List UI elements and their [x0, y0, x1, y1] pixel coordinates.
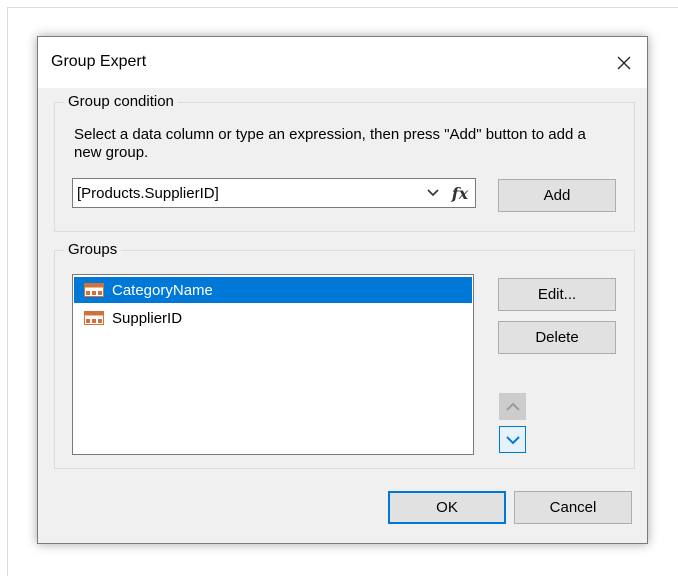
move-up-button[interactable]: [499, 393, 526, 420]
list-item-label: SupplierID: [112, 309, 183, 327]
cancel-button[interactable]: Cancel: [514, 491, 632, 524]
expression-dropdown-button[interactable]: [421, 180, 445, 206]
close-icon: [617, 56, 631, 69]
instruction-text: Select a data column or type an expressi…: [74, 126, 586, 161]
list-item[interactable]: SupplierID: [74, 305, 472, 331]
ok-button[interactable]: OK: [388, 491, 506, 524]
group-condition-box: Group condition Select a data column or …: [54, 93, 635, 232]
fx-icon: fx: [451, 183, 469, 203]
add-button-label: Add: [543, 187, 571, 204]
delete-button-label: Delete: [535, 329, 579, 346]
groups-box: Groups CategoryName SupplierID Edit... D…: [54, 241, 635, 469]
group-expert-dialog: Group Expert Group condition Select a da…: [37, 36, 648, 544]
add-button[interactable]: Add: [498, 179, 616, 212]
delete-button[interactable]: Delete: [498, 321, 616, 354]
expression-value[interactable]: [Products.SupplierID]: [77, 185, 219, 202]
chevron-up-icon: [505, 402, 520, 411]
edit-button[interactable]: Edit...: [498, 278, 616, 311]
chevron-down-icon: [505, 435, 520, 444]
list-item-label: CategoryName: [112, 281, 213, 299]
group-condition-legend: Group condition: [64, 93, 178, 111]
group-table-icon: [84, 311, 104, 325]
list-item[interactable]: CategoryName: [74, 277, 472, 303]
groups-legend: Groups: [64, 241, 122, 259]
close-button[interactable]: [601, 37, 647, 88]
fx-expression-button[interactable]: fx: [445, 180, 475, 206]
move-down-button[interactable]: [499, 426, 526, 453]
ok-button-label: OK: [436, 499, 458, 516]
cancel-button-label: Cancel: [549, 499, 597, 516]
chevron-down-icon: [427, 189, 439, 197]
groups-list[interactable]: CategoryName SupplierID: [72, 274, 474, 455]
expression-combobox[interactable]: [Products.SupplierID] fx: [72, 178, 476, 208]
group-table-icon: [84, 283, 104, 297]
title-bar: Group Expert: [38, 37, 647, 88]
edit-button-label: Edit...: [537, 286, 577, 303]
dialog-title: Group Expert: [51, 53, 147, 70]
